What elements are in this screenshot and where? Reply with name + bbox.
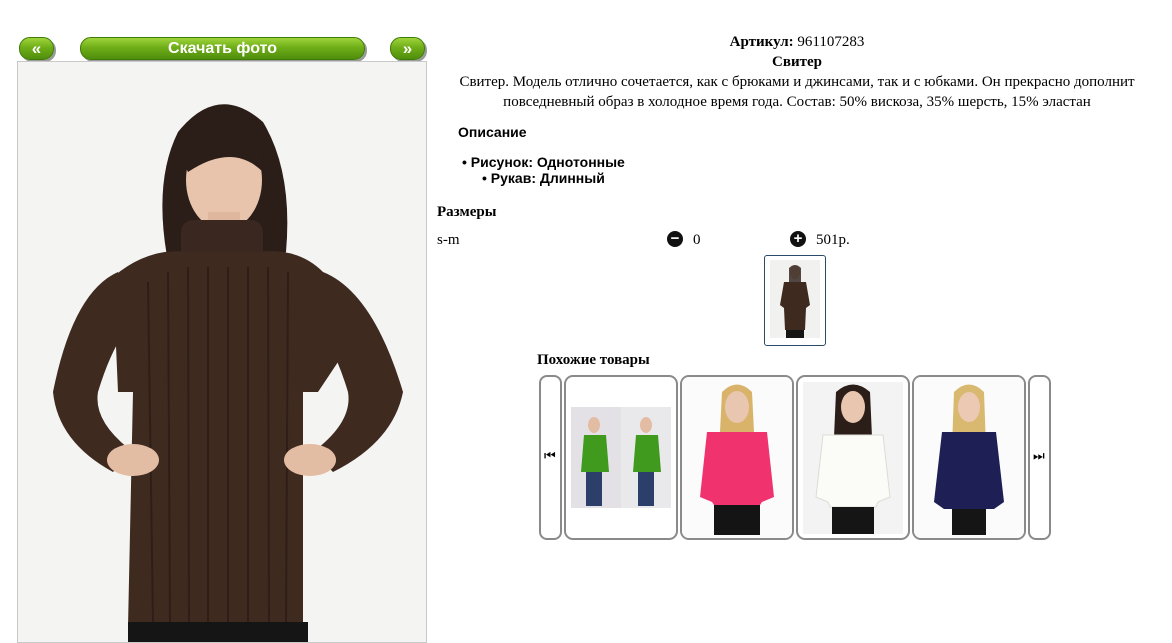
specs-heading: Описание	[458, 124, 527, 140]
photo-thumbnail[interactable]	[764, 255, 826, 346]
product-description: Свитер. Модель отлично сочетается, как с…	[459, 74, 1135, 110]
sku-value: 961107283	[797, 34, 865, 50]
product-info: Артикул: 961107283 Свитер Свитер. Модель…	[432, 32, 1162, 112]
carousel-prev-button[interactable]: ⏮	[539, 375, 562, 540]
similar-products-heading: Похожие товары	[537, 352, 650, 368]
prev-photo-button[interactable]: «	[19, 37, 54, 60]
spec-item: • Рукав: Длинный	[482, 170, 605, 186]
similar-product-card[interactable]	[796, 375, 910, 540]
similar-product-card[interactable]	[680, 375, 794, 540]
download-photo-button[interactable]: Скачать фото	[80, 37, 365, 60]
sku-line: Артикул: 961107283	[432, 32, 1162, 52]
size-row: s-m − 0 + 501р.	[437, 230, 877, 252]
similar-product-image	[571, 407, 671, 508]
similar-product-image	[914, 377, 1024, 538]
similar-product-image	[682, 377, 792, 538]
minus-circle-icon[interactable]: −	[667, 231, 683, 247]
spec-item-text: Рисунок: Однотонные	[470, 154, 625, 170]
size-name: s-m	[437, 232, 460, 248]
carousel-next-button[interactable]: ⏭	[1028, 375, 1051, 540]
sku-label: Артикул:	[729, 34, 794, 50]
next-photo-button[interactable]: »	[390, 37, 425, 60]
product-main-photo[interactable]	[17, 61, 427, 643]
product-name: Свитер	[772, 54, 822, 70]
thumbnail-image	[770, 260, 820, 338]
spec-item-text: Рукав: Длинный	[490, 170, 605, 186]
size-quantity: 0	[693, 232, 701, 248]
similar-product-card[interactable]	[912, 375, 1026, 540]
size-price: 501р.	[816, 232, 850, 248]
specs-list: • Рисунок: Однотонные • Рукав: Длинный	[462, 154, 625, 186]
plus-circle-icon[interactable]: +	[790, 231, 806, 247]
spec-item: • Рисунок: Однотонные	[462, 154, 625, 170]
sizes-heading: Размеры	[437, 204, 497, 220]
skip-back-icon: ⏮	[544, 449, 556, 464]
similar-product-card[interactable]	[564, 375, 678, 540]
product-photo-image	[18, 62, 426, 642]
skip-forward-icon: ⏭	[1033, 449, 1045, 464]
similar-product-image	[803, 382, 903, 534]
